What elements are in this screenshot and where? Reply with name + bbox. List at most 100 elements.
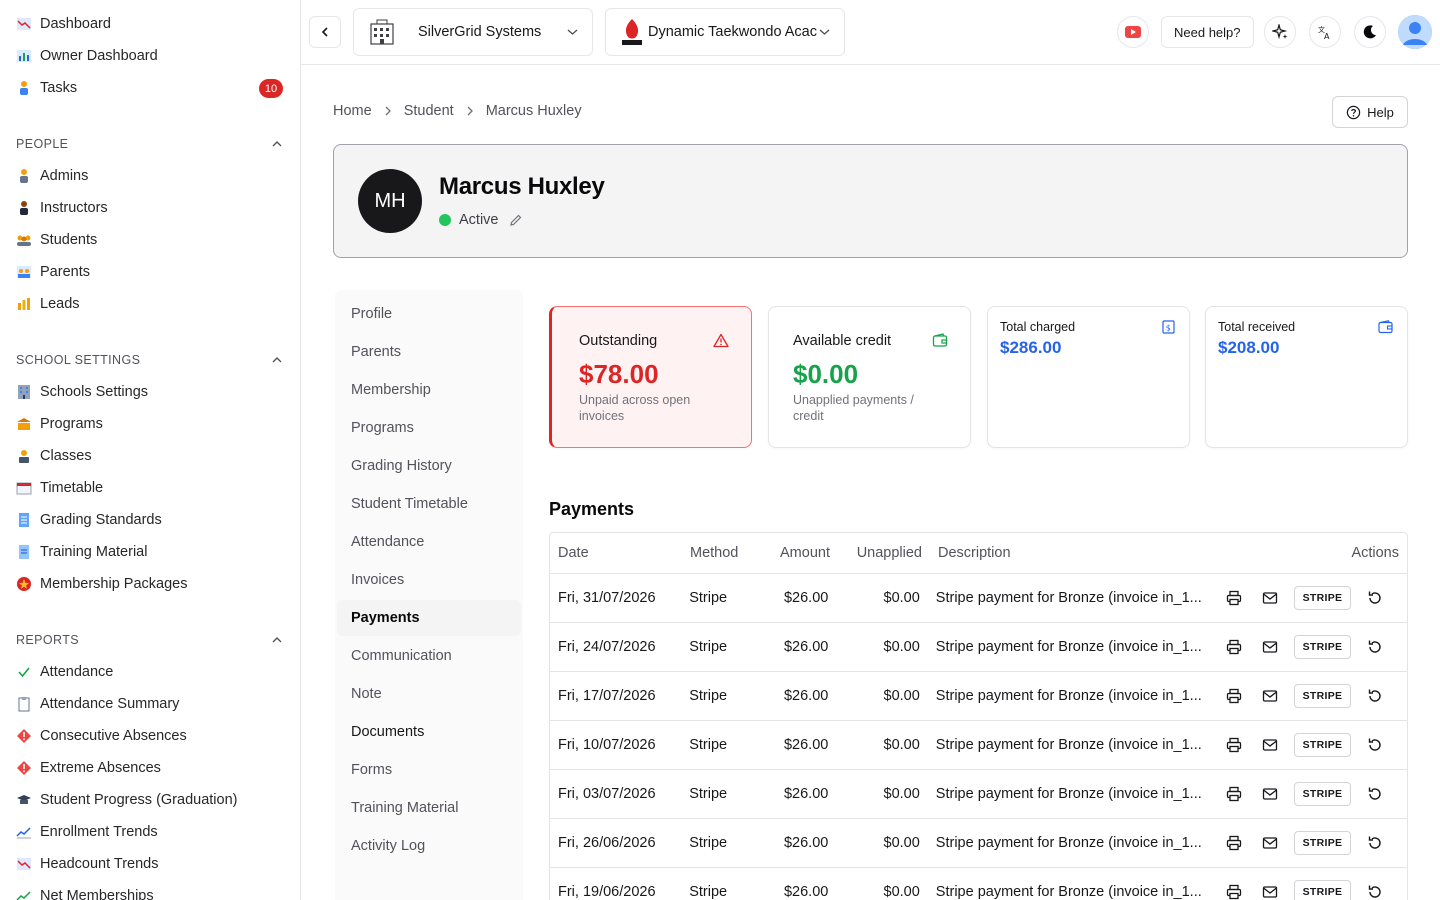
user-avatar-button[interactable] [1398, 15, 1432, 49]
breadcrumb-home[interactable]: Home [333, 103, 372, 119]
sidebar-item-net-memberships[interactable]: Net Memberships [0, 880, 300, 900]
section-reports[interactable]: REPORTS [0, 624, 300, 656]
payment-amount: $26.00 [783, 884, 829, 900]
refund-icon[interactable] [1357, 582, 1393, 614]
receipt-icon: $ [1162, 320, 1175, 334]
stripe-button[interactable]: STRIPE [1294, 782, 1351, 806]
sidebar-item-tasks[interactable]: Tasks 10 [0, 72, 300, 104]
refund-icon[interactable] [1357, 778, 1393, 810]
refund-icon[interactable] [1357, 827, 1393, 859]
sidebar-item-schools-settings[interactable]: Schools Settings [0, 376, 300, 408]
mail-icon[interactable] [1252, 680, 1288, 712]
back-button[interactable] [309, 16, 341, 48]
stripe-button[interactable]: STRIPE [1294, 880, 1351, 900]
school-select-value: Dynamic Taekwondo Acac [648, 24, 817, 40]
need-help-button[interactable]: Need help? [1161, 16, 1254, 48]
mail-icon[interactable] [1252, 631, 1288, 663]
moon-icon [1363, 25, 1376, 39]
tab-attendance[interactable]: Attendance [337, 524, 521, 560]
print-icon[interactable] [1216, 827, 1252, 859]
sidebar-item-attendance[interactable]: Attendance [0, 656, 300, 688]
mail-icon[interactable] [1252, 876, 1288, 900]
stripe-button[interactable]: STRIPE [1294, 635, 1351, 659]
payment-date: Fri, 03/07/2026 [558, 786, 656, 802]
breadcrumb-student[interactable]: Student [404, 103, 454, 119]
mail-icon[interactable] [1252, 778, 1288, 810]
sidebar-item-admins[interactable]: Admins [0, 160, 300, 192]
col-date: Date [558, 545, 589, 561]
sidebar-item-attendance-summary[interactable]: Attendance Summary [0, 688, 300, 720]
sidebar-item-programs[interactable]: Programs [0, 408, 300, 440]
tab-student-timetable[interactable]: Student Timetable [337, 486, 521, 522]
print-icon[interactable] [1216, 680, 1252, 712]
tab-programs[interactable]: Programs [337, 410, 521, 446]
help-button[interactable]: Help [1332, 96, 1408, 128]
sidebar-item-enrollment-trends[interactable]: Enrollment Trends [0, 816, 300, 848]
print-icon[interactable] [1216, 582, 1252, 614]
sidebar-item-consecutive-absences[interactable]: Consecutive Absences [0, 720, 300, 752]
tab-invoices[interactable]: Invoices [337, 562, 521, 598]
sidebar-item-parents[interactable]: Parents [0, 256, 300, 288]
sidebar-item-classes[interactable]: Classes [0, 440, 300, 472]
tab-parents[interactable]: Parents [337, 334, 521, 370]
print-icon[interactable] [1216, 729, 1252, 761]
tab-communication[interactable]: Communication [337, 638, 521, 674]
ai-sparkle-button[interactable] [1264, 16, 1296, 48]
section-school-settings[interactable]: SCHOOL SETTINGS [0, 344, 300, 376]
stripe-button[interactable]: STRIPE [1294, 831, 1351, 855]
sidebar-item-owner-dashboard[interactable]: Owner Dashboard [0, 40, 300, 72]
stripe-button[interactable]: STRIPE [1294, 733, 1351, 757]
payment-date: Fri, 24/07/2026 [558, 639, 656, 655]
sidebar-item-timetable[interactable]: Timetable [0, 472, 300, 504]
chevron-right-icon [466, 104, 474, 119]
chevron-right-icon [384, 104, 392, 119]
col-method: Method [690, 545, 739, 561]
sidebar-item-instructors[interactable]: Instructors [0, 192, 300, 224]
payment-method: Stripe [689, 786, 728, 802]
school-select[interactable]: Dynamic Taekwondo Acac [605, 8, 845, 56]
students-icon [16, 232, 32, 248]
refund-icon[interactable] [1357, 631, 1393, 663]
sidebar-item-grading-standards[interactable]: Grading Standards [0, 504, 300, 536]
sidebar-item-students[interactable]: Students [0, 224, 300, 256]
tab-membership[interactable]: Membership [337, 372, 521, 408]
section-people[interactable]: PEOPLE [0, 128, 300, 160]
mail-icon[interactable] [1252, 582, 1288, 614]
warning-diamond-icon [16, 760, 32, 776]
language-button[interactable]: 文A [1309, 16, 1341, 48]
tab-training-material[interactable]: Training Material [337, 790, 521, 826]
tab-activity-log[interactable]: Activity Log [337, 828, 521, 864]
row-actions: STRIPE [1216, 631, 1407, 663]
stripe-button[interactable]: STRIPE [1294, 586, 1351, 610]
print-icon[interactable] [1216, 631, 1252, 663]
refund-icon[interactable] [1357, 876, 1393, 900]
payment-method: Stripe [689, 737, 728, 753]
tab-payments[interactable]: Payments [337, 600, 521, 636]
tab-grading-history[interactable]: Grading History [337, 448, 521, 484]
tab-note[interactable]: Note [337, 676, 521, 712]
print-icon[interactable] [1216, 876, 1252, 900]
youtube-button[interactable] [1117, 16, 1149, 48]
sidebar-item-headcount-trends[interactable]: Headcount Trends [0, 848, 300, 880]
dark-mode-button[interactable] [1354, 16, 1386, 48]
tab-profile[interactable]: Profile [337, 296, 521, 332]
tab-forms[interactable]: Forms [337, 752, 521, 788]
sidebar-item-training-material[interactable]: Training Material [0, 536, 300, 568]
sidebar-item-dashboard[interactable]: Dashboard [0, 8, 300, 40]
sidebar-item-extreme-absences[interactable]: Extreme Absences [0, 752, 300, 784]
mail-icon[interactable] [1252, 729, 1288, 761]
svg-text:$: $ [1166, 324, 1171, 333]
stripe-button[interactable]: STRIPE [1294, 684, 1351, 708]
print-icon[interactable] [1216, 778, 1252, 810]
tab-documents[interactable]: Documents [337, 714, 521, 750]
refund-icon[interactable] [1357, 729, 1393, 761]
pencil-icon[interactable] [509, 213, 523, 227]
organization-select[interactable]: SilverGrid Systems [353, 8, 593, 56]
sidebar-item-leads[interactable]: Leads [0, 288, 300, 320]
refund-icon[interactable] [1357, 680, 1393, 712]
sparkle-icon [1272, 24, 1288, 40]
mail-icon[interactable] [1252, 827, 1288, 859]
sidebar-item-membership-packages[interactable]: Membership Packages [0, 568, 300, 600]
sidebar-item-student-progress[interactable]: Student Progress (Graduation) [0, 784, 300, 816]
sidebar-item-label: Parents [40, 264, 90, 280]
